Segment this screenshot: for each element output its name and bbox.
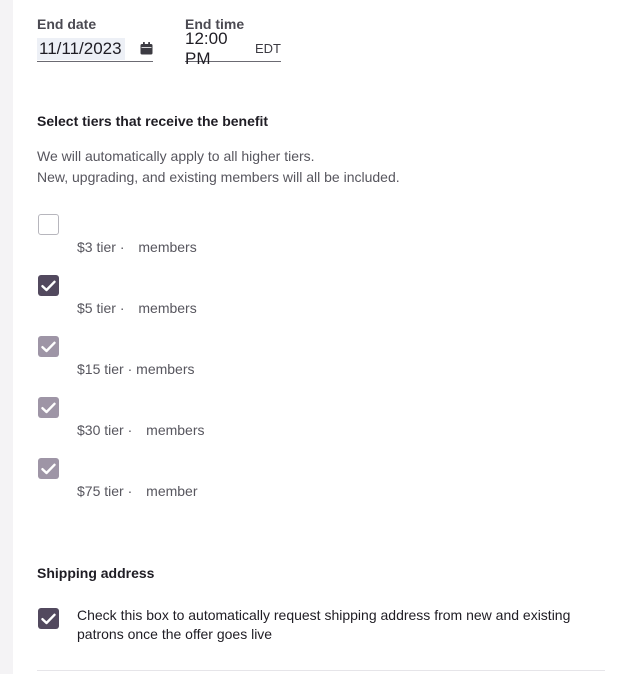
checkmark-icon: [41, 341, 56, 352]
tier-separator: ·: [119, 239, 125, 255]
tiers-section-title: Select tiers that receive the benefit: [37, 113, 269, 129]
end-time-input[interactable]: 12:00 PM EDT: [185, 29, 281, 68]
end-date-input[interactable]: 11/11/2023: [37, 36, 153, 62]
tier-option-30[interactable]: $30 tier · members: [37, 397, 437, 453]
checkmark-icon: [41, 613, 56, 624]
tier-name: $15 tier: [77, 361, 124, 377]
tier-label-3: $3 tier · members: [77, 238, 197, 256]
tier-checkbox-75[interactable]: [38, 458, 59, 479]
tier-members-label: member: [146, 483, 198, 499]
divider: [37, 670, 605, 671]
tier-members-label: members: [138, 239, 197, 255]
benefit-settings-page: End date 11/11/2023 End time 12:00 PM ED…: [0, 0, 625, 674]
tier-members-label: members: [138, 300, 197, 316]
tier-name: $75 tier: [77, 483, 124, 499]
tier-label-5: $5 tier · members: [77, 299, 197, 317]
tier-checkbox-30[interactable]: [38, 397, 59, 418]
shipping-checkbox-label: Check this box to automatically request …: [77, 607, 571, 642]
checkmark-icon: [41, 402, 56, 413]
end-time-value[interactable]: 12:00 PM: [185, 29, 253, 69]
tier-checkbox-5[interactable]: [38, 275, 59, 296]
left-rail: [0, 0, 13, 674]
end-time-field: End time 12:00 PM EDT: [185, 16, 281, 68]
tiers-helper-line-2: New, upgrading, and existing members wil…: [37, 169, 400, 185]
tier-label-30: $30 tier · members: [77, 421, 205, 439]
tiers-helper-text: We will automatically apply to all highe…: [37, 146, 400, 188]
tier-separator: ·: [119, 300, 125, 316]
end-date-value[interactable]: 11/11/2023: [37, 37, 125, 60]
tier-name: $3 tier: [77, 239, 116, 255]
tier-option-5[interactable]: $5 tier · members: [37, 275, 437, 331]
tier-members-label: members: [136, 361, 195, 377]
tier-label-75: $75 tier · member: [77, 482, 198, 500]
tier-checkbox-3[interactable]: [38, 214, 59, 235]
shipping-section-title: Shipping address: [37, 565, 155, 581]
tier-option-75[interactable]: $75 tier · member: [37, 458, 437, 514]
timezone-label: EDT: [255, 41, 281, 56]
tier-name: $5 tier: [77, 300, 116, 316]
tier-option-3[interactable]: $3 tier · members: [37, 214, 437, 270]
tier-checkbox-15[interactable]: [38, 336, 59, 357]
calendar-icon[interactable]: [139, 42, 153, 56]
end-date-field: End date 11/11/2023: [37, 16, 153, 62]
tier-separator: ·: [127, 422, 133, 438]
checkmark-icon: [41, 280, 56, 291]
tier-members-label: members: [146, 422, 205, 438]
tier-separator: ·: [127, 483, 133, 499]
tiers-helper-line-1: We will automatically apply to all highe…: [37, 148, 315, 164]
tier-name: $30 tier: [77, 422, 124, 438]
shipping-checkbox[interactable]: [38, 608, 59, 629]
tier-option-15[interactable]: $15 tier · members: [37, 336, 437, 392]
tier-separator: ·: [127, 361, 133, 377]
tier-label-15: $15 tier · members: [77, 360, 195, 378]
checkmark-icon: [41, 463, 56, 474]
end-date-label: End date: [37, 16, 97, 32]
